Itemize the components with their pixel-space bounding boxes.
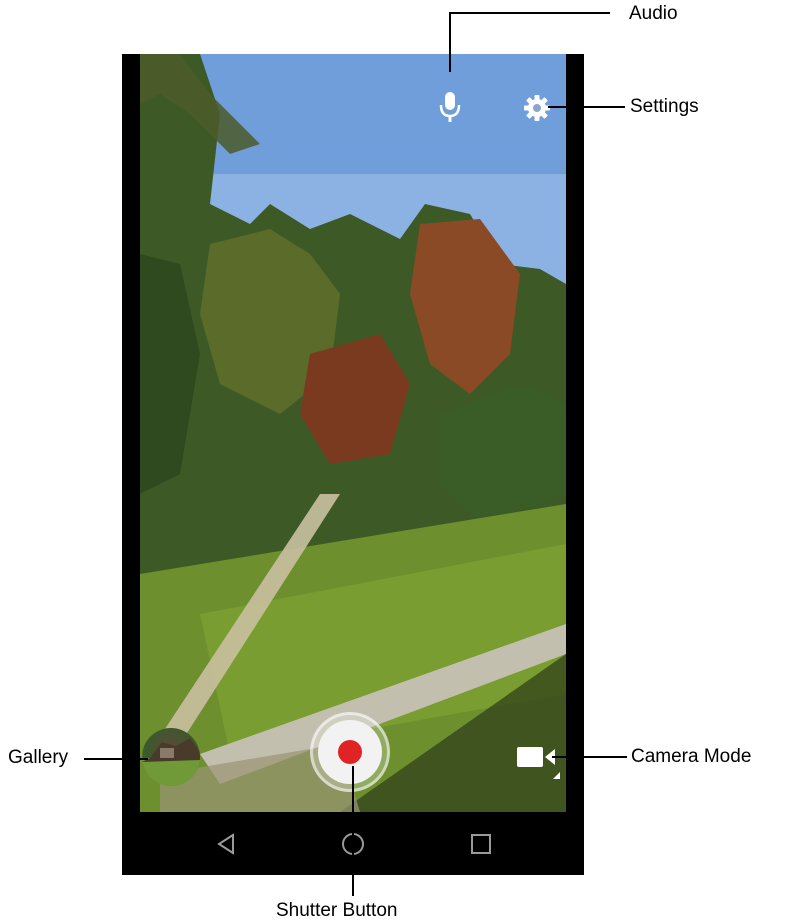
- gear-icon[interactable]: [521, 92, 553, 124]
- shutter-button[interactable]: [310, 712, 390, 792]
- microphone-icon[interactable]: [432, 88, 468, 128]
- phone-screen: [122, 54, 584, 875]
- shutter-inner-ring: [318, 720, 382, 784]
- recents-square-icon[interactable]: [467, 830, 495, 858]
- settings-callout: Settings: [630, 96, 699, 117]
- gallery-thumbnail[interactable]: [142, 728, 200, 786]
- back-triangle-icon[interactable]: [212, 830, 240, 858]
- camera-mode-callout: Camera Mode: [631, 746, 752, 767]
- shutter-leader: [352, 766, 354, 896]
- audio-leader-vertical: [449, 12, 451, 72]
- shutter-button-callout: Shutter Button: [276, 900, 398, 921]
- mode-expand-corner-icon: [553, 772, 560, 779]
- gallery-leader: [84, 758, 148, 760]
- gallery-callout: Gallery: [8, 747, 69, 768]
- record-dot: [338, 740, 362, 764]
- audio-callout: Audio: [629, 3, 678, 24]
- settings-leader: [548, 106, 625, 108]
- camera-mode-leader: [552, 756, 627, 758]
- camera-viewfinder[interactable]: [140, 54, 566, 812]
- viewfinder-scene: [140, 54, 566, 812]
- audio-leader-horizontal: [449, 12, 610, 14]
